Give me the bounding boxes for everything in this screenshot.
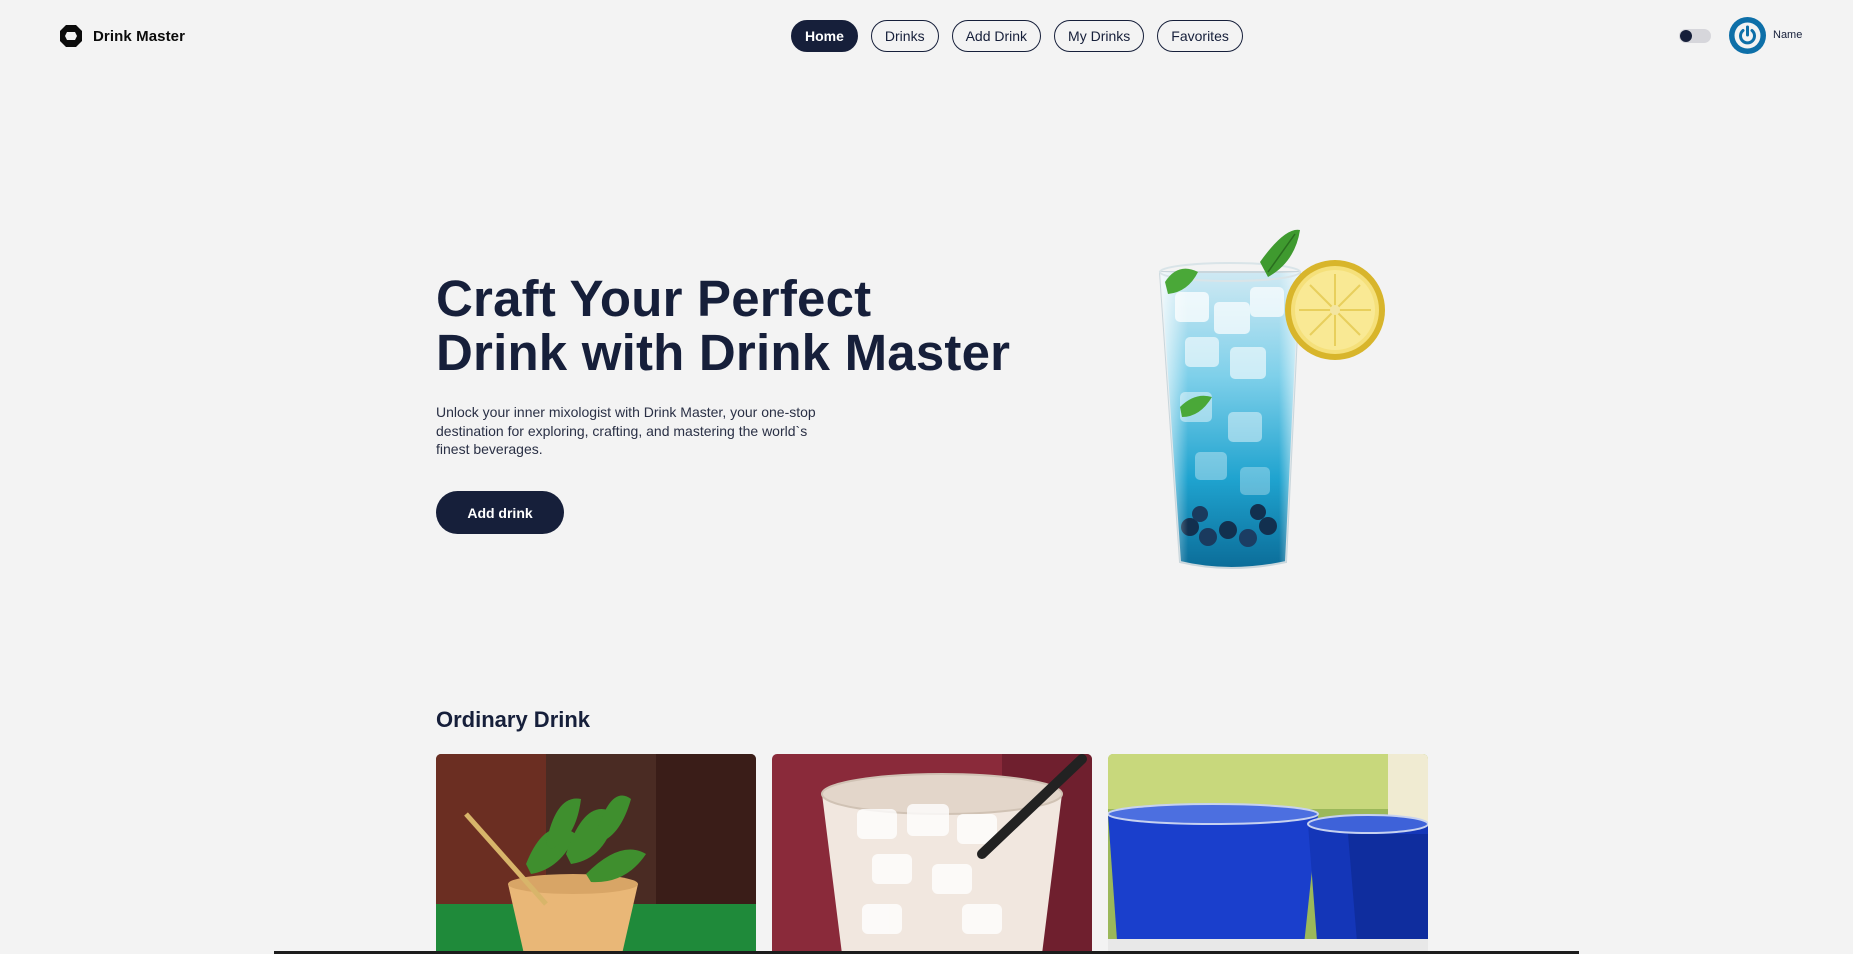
octagon-logo-icon	[59, 24, 83, 48]
user-name[interactable]: Name	[1773, 29, 1802, 41]
drink-card[interactable]	[436, 754, 756, 954]
hero-description: Unlock your inner mixologist with Drink …	[436, 404, 816, 457]
app-logo[interactable]: Drink Master	[59, 24, 185, 48]
drink-cards	[436, 754, 1428, 954]
section-title: Ordinary Drink	[436, 707, 591, 732]
hero-title-line-2: Drink with Drink Master	[436, 324, 1011, 381]
nav-my-drinks-button[interactable]: My Drinks	[1054, 20, 1145, 52]
add-drink-button[interactable]: Add drink	[436, 491, 564, 534]
nav-drinks-button[interactable]: Drinks	[870, 20, 939, 52]
app-name: Drink Master	[93, 27, 186, 45]
drink-card[interactable]	[1108, 754, 1428, 954]
blue-drinks-image	[1108, 754, 1428, 954]
user-avatar[interactable]	[1729, 17, 1766, 54]
main-nav: Home Drinks Add Drink My Drinks Favorite…	[791, 20, 1243, 52]
nav-add-drink-button[interactable]: Add Drink	[951, 20, 1042, 52]
white-russian-image	[772, 754, 1092, 954]
drink-card[interactable]	[772, 754, 1092, 954]
blue-cocktail-image	[1150, 222, 1390, 582]
theme-toggle[interactable]	[1679, 29, 1711, 43]
hero-title-line-1: Craft Your Perfect	[436, 270, 872, 327]
top-header: Drink Master Home Drinks Add Drink My Dr…	[0, 0, 1853, 72]
hero-title: Craft Your Perfect Drink with Drink Mast…	[436, 272, 1036, 380]
nav-favorites-button[interactable]: Favorites	[1157, 20, 1243, 52]
theme-toggle-icon	[1680, 30, 1692, 42]
nav-home-button[interactable]: Home	[791, 20, 858, 52]
power-icon	[1734, 22, 1761, 49]
mint-julep-image	[436, 754, 756, 954]
